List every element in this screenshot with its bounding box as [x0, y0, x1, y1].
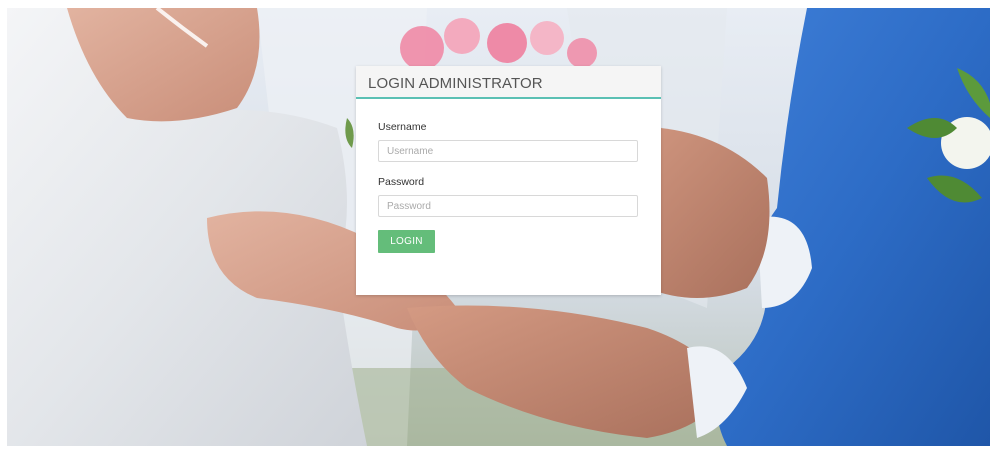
username-group: Username	[378, 121, 639, 162]
login-button[interactable]: LOGIN	[378, 230, 435, 253]
login-form: Username Password LOGIN	[356, 99, 661, 253]
username-label: Username	[378, 121, 427, 133]
password-input[interactable]	[378, 195, 638, 217]
username-input[interactable]	[378, 140, 638, 162]
login-panel: LOGIN ADMINISTRATOR Username Password LO…	[356, 66, 661, 295]
password-group: Password	[378, 176, 639, 217]
page: LOGIN ADMINISTRATOR Username Password LO…	[0, 0, 995, 450]
login-panel-header: LOGIN ADMINISTRATOR	[356, 66, 661, 99]
password-label: Password	[378, 176, 425, 188]
login-title: LOGIN ADMINISTRATOR	[368, 75, 543, 92]
